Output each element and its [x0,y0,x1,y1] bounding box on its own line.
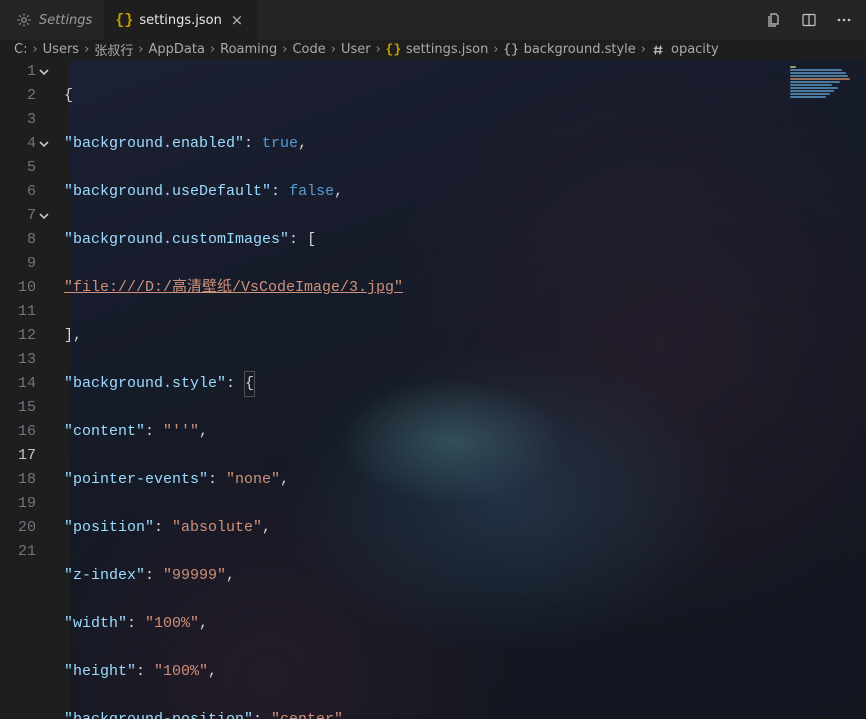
code-key: "background.useDefault" [64,180,271,204]
code-key: "width" [64,612,127,636]
code-value: "center" [271,708,343,719]
chevron-right-icon: › [32,42,37,57]
fold-icon[interactable] [36,60,52,84]
split-editor-icon[interactable] [800,12,817,29]
code-content[interactable]: { "background.enabled": true, "backgroun… [54,60,866,719]
code-key: "pointer-events" [64,468,208,492]
crumb-roaming: Roaming [220,42,277,57]
code-key: "content" [64,420,145,444]
code-key: "background-position" [64,708,253,719]
crumb-file: {} settings.json [386,42,489,57]
tab-actions [765,12,866,29]
tab-label: settings.json [139,13,222,28]
code-line: ], [64,324,82,348]
crumb-appdata: AppData [149,42,205,57]
tab-label: Settings [39,13,92,28]
code-editor[interactable]: 1 2 3 4 5 6 7 [0,60,866,719]
code-key: "background.customImages" [64,228,289,252]
code-value: false [289,180,334,204]
code-value: "99999" [163,564,226,588]
code-key: "height" [64,660,136,684]
breadcrumb[interactable]: C: › Users › 张叔行 › AppData › Roaming › C… [0,40,866,60]
code-string-url: "file:///D:/高清壁纸/VsCodeImage/3.jpg" [64,276,403,300]
hash-icon [651,42,666,57]
tab-settings-json[interactable]: {} settings.json × [104,0,257,40]
tab-settings[interactable]: Settings [0,0,104,40]
close-icon[interactable]: × [229,12,245,28]
code-value: "none" [226,468,280,492]
code-value: "100%" [154,660,208,684]
more-icon[interactable] [835,12,852,29]
code-value: "absolute" [172,516,262,540]
json-braces-icon: {} [504,42,519,57]
code-value: "100%" [145,612,199,636]
code-key: "background.enabled" [64,132,244,156]
code-key: "background.style" [64,372,226,396]
code-value: true [262,132,298,156]
fold-icon[interactable] [36,132,52,156]
crumb-zhang: 张叔行 [94,40,133,59]
crumb-style: {} background.style [504,42,636,57]
fold-icon[interactable] [36,204,52,228]
crumb-c: C: [14,42,27,57]
code-value: "''" [163,420,199,444]
go-to-file-icon[interactable] [765,12,782,29]
crumb-opacity: opacity [651,42,719,57]
crumb-users: Users [43,42,79,57]
json-braces-icon: {} [386,42,401,57]
gear-icon [16,12,32,28]
line-number-gutter: 1 2 3 4 5 6 7 [0,60,54,719]
minimap[interactable] [790,66,860,101]
crumb-code: Code [292,42,325,57]
code-key: "position" [64,516,154,540]
json-braces-icon: {} [116,12,132,28]
code-line: { [64,84,73,108]
tab-bar: Settings {} settings.json × [0,0,866,40]
crumb-user: User [341,42,371,57]
code-key: "z-index" [64,564,145,588]
